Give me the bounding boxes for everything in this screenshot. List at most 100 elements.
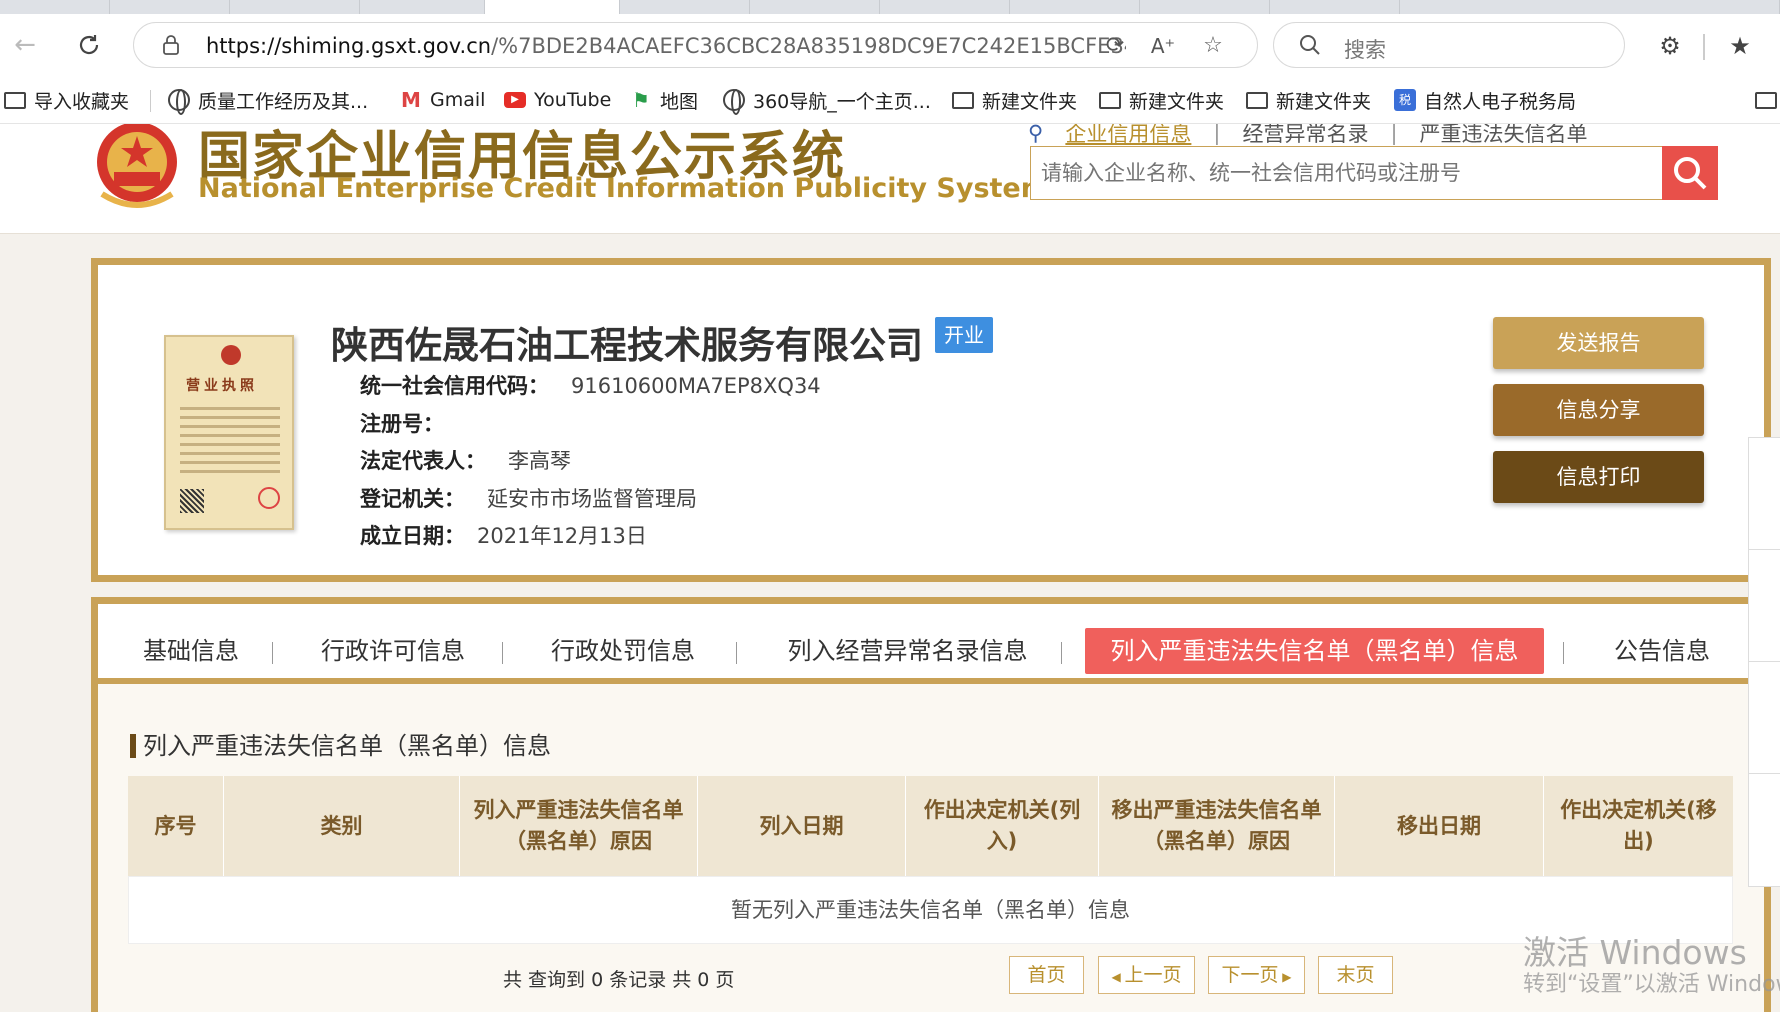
browser-tab[interactable] bbox=[1010, 0, 1140, 14]
bookmark-separator bbox=[150, 90, 151, 112]
send-report-button[interactable]: 发送报告 bbox=[1493, 317, 1704, 369]
section-title-bar bbox=[130, 734, 136, 758]
folder-icon bbox=[1246, 89, 1268, 111]
back-icon[interactable]: ← bbox=[8, 28, 42, 62]
extensions-icon[interactable]: ⚙ bbox=[1655, 32, 1685, 62]
bookmark-item[interactable]: 360导航_一个主页... bbox=[723, 86, 931, 115]
browser-tab-active[interactable] bbox=[485, 0, 620, 14]
globe-icon bbox=[168, 89, 190, 115]
favorites-icon[interactable]: ★ bbox=[1725, 32, 1755, 62]
site-top-links: ⚲ 企业信用信息 | 经营异常名录 | 严重违法失信名单 bbox=[1028, 124, 1588, 148]
folder-icon bbox=[952, 89, 974, 111]
browser-tab[interactable] bbox=[0, 0, 110, 14]
share-info-button[interactable]: 信息分享 bbox=[1493, 384, 1704, 436]
address-bar[interactable]: https://shiming.gsxt.gov.cn/%7BDE2B4ACAE… bbox=[133, 22, 1258, 68]
site-search-box bbox=[1030, 146, 1718, 200]
site-logo-subtitle: National Enterprise Credit Information P… bbox=[198, 173, 1049, 204]
bookmark-folder[interactable]: 新建文件夹 bbox=[1099, 86, 1224, 114]
gmail-icon: M bbox=[401, 88, 421, 112]
browser-tab[interactable] bbox=[620, 0, 750, 14]
pager-next-button[interactable]: 下一页 ▶ bbox=[1208, 956, 1305, 994]
authority-label: 登记机关： bbox=[360, 487, 465, 511]
credit-code-value: 91610600MA7EP8XQ34 bbox=[571, 374, 821, 398]
browser-tab[interactable] bbox=[750, 0, 880, 14]
bookmark-folder[interactable]: 新建文件夹 bbox=[1246, 86, 1371, 114]
info-tabbar: 基础信息 行政许可信息 行政处罚信息 列入经营异常名录信息 列入严重违法失信名单… bbox=[98, 604, 1764, 684]
bookmark-tax[interactable]: 税自然人电子税务局 bbox=[1394, 86, 1576, 114]
favorite-star-icon[interactable]: ☆ bbox=[1200, 33, 1226, 59]
browser-tab[interactable] bbox=[1270, 0, 1400, 14]
browser-tab[interactable] bbox=[230, 0, 360, 14]
globe-icon bbox=[723, 89, 745, 115]
browser-search-box[interactable]: 搜索 bbox=[1273, 22, 1625, 68]
top-link-divider: | bbox=[1390, 124, 1398, 145]
bookmark-label: 新建文件夹 bbox=[982, 90, 1078, 113]
browser-tab[interactable] bbox=[1140, 0, 1270, 14]
browser-tab-strip bbox=[0, 0, 1780, 14]
table-empty-message: 暂无列入严重违法失信名单（黑名单）信息 bbox=[128, 876, 1733, 944]
bookmark-label: 360导航_一个主页... bbox=[753, 90, 931, 113]
side-float-toolbar[interactable] bbox=[1748, 437, 1780, 887]
pager-next-label: 下一页 bbox=[1221, 964, 1279, 986]
url-text[interactable]: https://shiming.gsxt.gov.cn/%7BDE2B4ACAE… bbox=[206, 34, 1126, 58]
legal-rep-value: 李高琴 bbox=[508, 449, 571, 473]
top-link-abnormal-list[interactable]: 经营异常名录 bbox=[1242, 124, 1368, 148]
refresh-icon[interactable] bbox=[72, 28, 106, 62]
tab-announcements[interactable]: 公告信息 bbox=[1597, 628, 1727, 674]
bookmark-folder[interactable]: 新建文件夹 bbox=[952, 86, 1077, 114]
bookmark-gmail[interactable]: M Gmail bbox=[400, 86, 485, 114]
print-info-button[interactable]: 信息打印 bbox=[1493, 451, 1704, 503]
top-link-blacklist[interactable]: 严重违法失信名单 bbox=[1420, 124, 1588, 148]
reg-no-row: 注册号： bbox=[360, 408, 466, 438]
browser-tab[interactable] bbox=[110, 0, 230, 14]
license-title: 营业执照 bbox=[186, 378, 258, 394]
section-title-text: 列入严重违法失信名单（黑名单）信息 bbox=[143, 732, 551, 760]
bookmark-youtube[interactable]: ▶ YouTube bbox=[504, 86, 611, 114]
qr-code-icon bbox=[180, 489, 204, 513]
site-search-button[interactable] bbox=[1662, 146, 1718, 200]
company-name: 陕西佐晟石油工程技术服务有限公司 bbox=[331, 324, 923, 367]
column-header: 列入日期 bbox=[698, 776, 906, 876]
business-license-image[interactable]: 营业执照 bbox=[164, 335, 294, 530]
tab-divider bbox=[736, 642, 737, 664]
bookmark-item[interactable]: 质量工作经历及其... bbox=[168, 86, 368, 115]
tab-blacklist[interactable]: 列入严重违法失信名单（黑名单）信息 bbox=[1085, 628, 1544, 674]
company-card: 营业执照 陕西佐晟石油工程技术服务有限公司 开业 统一社会信用代码： 916106… bbox=[91, 258, 1771, 582]
info-tab-section: 基础信息 行政许可信息 行政处罚信息 列入经营异常名录信息 列入严重违法失信名单… bbox=[91, 597, 1771, 1012]
chevron-right-icon: ▶ bbox=[1278, 970, 1292, 984]
pager-prev-button[interactable]: ◀ 上一页 bbox=[1098, 956, 1195, 994]
site-search-input[interactable] bbox=[1031, 147, 1631, 199]
browser-tab[interactable] bbox=[1400, 0, 1780, 14]
column-header: 列入严重违法失信名单（黑名单）原因 bbox=[460, 776, 698, 876]
tax-icon: 税 bbox=[1394, 89, 1416, 111]
bookmark-folder[interactable] bbox=[1755, 86, 1780, 114]
youtube-icon: ▶ bbox=[504, 89, 526, 111]
import-icon bbox=[4, 89, 26, 111]
bookmark-maps[interactable]: ⚑ 地图 bbox=[630, 86, 698, 114]
tab-admin-penalty[interactable]: 行政处罚信息 bbox=[538, 628, 708, 674]
folder-icon bbox=[1755, 89, 1777, 111]
pager-last-button[interactable]: 末页 bbox=[1318, 956, 1393, 994]
pager-first-button[interactable]: 首页 bbox=[1009, 956, 1084, 994]
tab-divider bbox=[272, 642, 273, 664]
browser-tab[interactable] bbox=[360, 0, 485, 14]
bookmark-import[interactable]: 导入收藏夹 bbox=[4, 86, 129, 114]
screen: ← https://shiming.gsxt.gov.cn/%7BDE2B4AC… bbox=[0, 0, 1780, 1012]
top-link-credit-info[interactable]: 企业信用信息 bbox=[1065, 124, 1191, 148]
tab-basic-info[interactable]: 基础信息 bbox=[131, 628, 251, 674]
bookmark-label: 自然人电子税务局 bbox=[1424, 90, 1577, 113]
site-header: 国家企业信用信息公示系统 National Enterprise Credit … bbox=[0, 124, 1780, 234]
tab-admin-license[interactable]: 行政许可信息 bbox=[308, 628, 478, 674]
founded-value: 2021年12月13日 bbox=[477, 524, 647, 548]
edge-refresh-icon[interactable]: ⟳ bbox=[1102, 33, 1128, 59]
read-aloud-icon[interactable]: A⁺ bbox=[1150, 33, 1176, 59]
column-header: 作出决定机关(移出) bbox=[1560, 798, 1717, 853]
column-header: 移出日期 bbox=[1335, 776, 1544, 876]
maps-icon: ⚑ bbox=[632, 88, 650, 112]
tab-abnormal-list[interactable]: 列入经营异常名录信息 bbox=[770, 628, 1045, 674]
browser-tab[interactable] bbox=[880, 0, 1010, 14]
legal-rep-row: 法定代表人： 李高琴 bbox=[360, 445, 571, 475]
column-header: 移出严重违法失信名单（黑名单）原因 bbox=[1099, 776, 1335, 876]
browser-search-placeholder: 搜索 bbox=[1344, 38, 1386, 62]
column-header: 类别 bbox=[224, 776, 460, 876]
